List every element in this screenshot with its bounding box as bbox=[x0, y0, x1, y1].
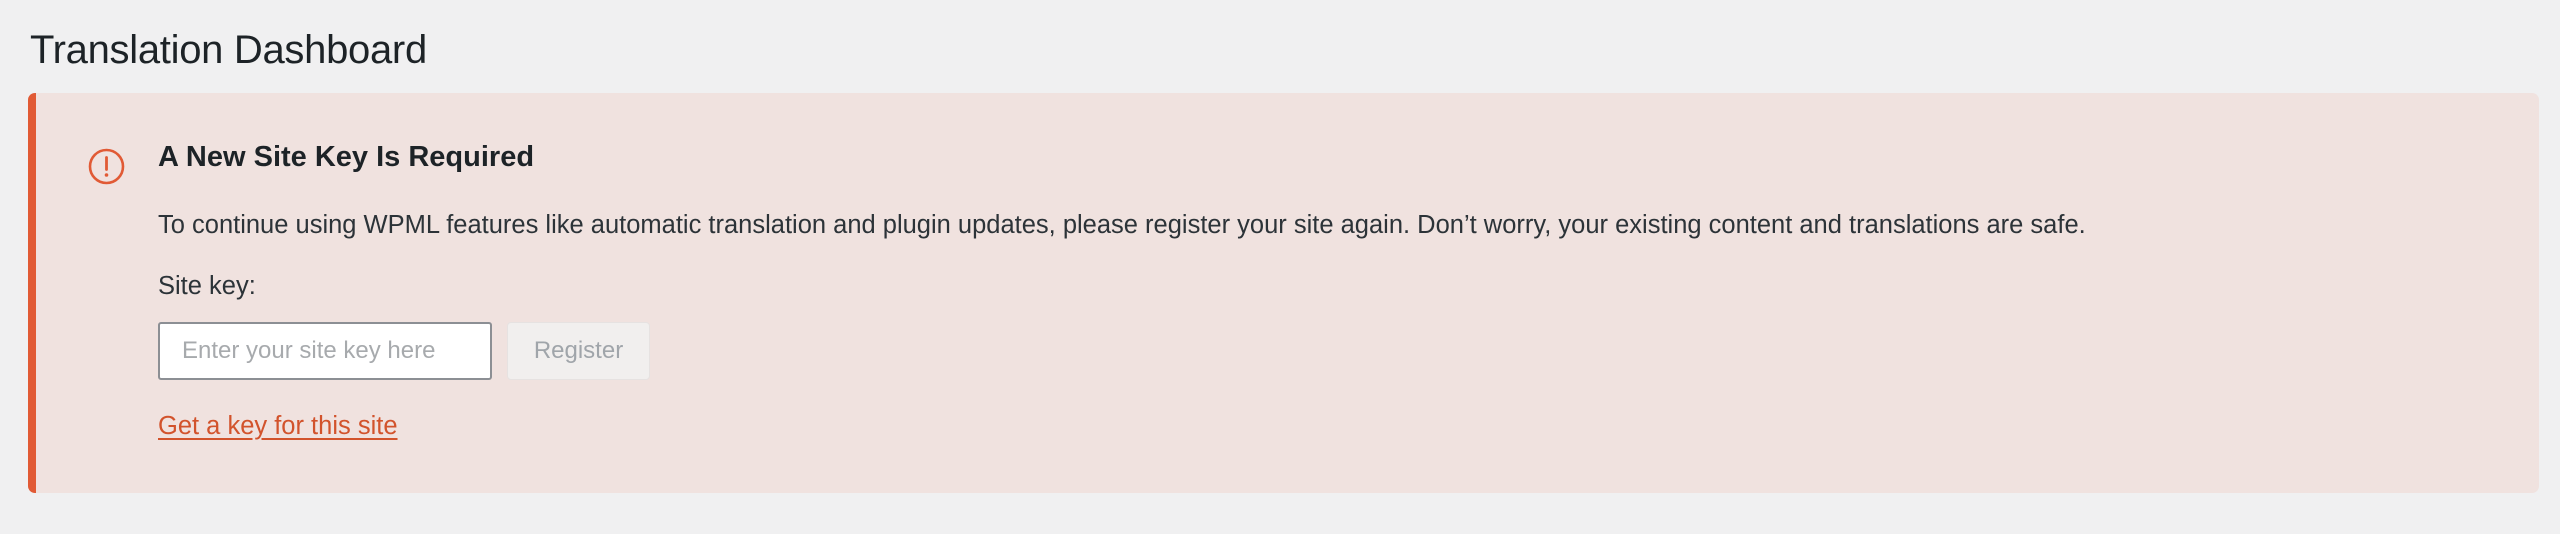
notice-message: To continue using WPML features like aut… bbox=[158, 211, 2086, 239]
get-key-link[interactable]: Get a key for this site bbox=[158, 408, 398, 444]
page-title: Translation Dashboard bbox=[30, 28, 427, 72]
notice-title: A New Site Key Is Required bbox=[158, 141, 535, 173]
register-button[interactable]: Register bbox=[507, 322, 650, 380]
site-key-label: Site key: bbox=[158, 272, 256, 300]
site-key-input[interactable] bbox=[158, 322, 492, 380]
site-key-notice: A New Site Key Is Required To continue u… bbox=[28, 93, 2539, 493]
exclamation-circle-icon bbox=[88, 148, 125, 185]
